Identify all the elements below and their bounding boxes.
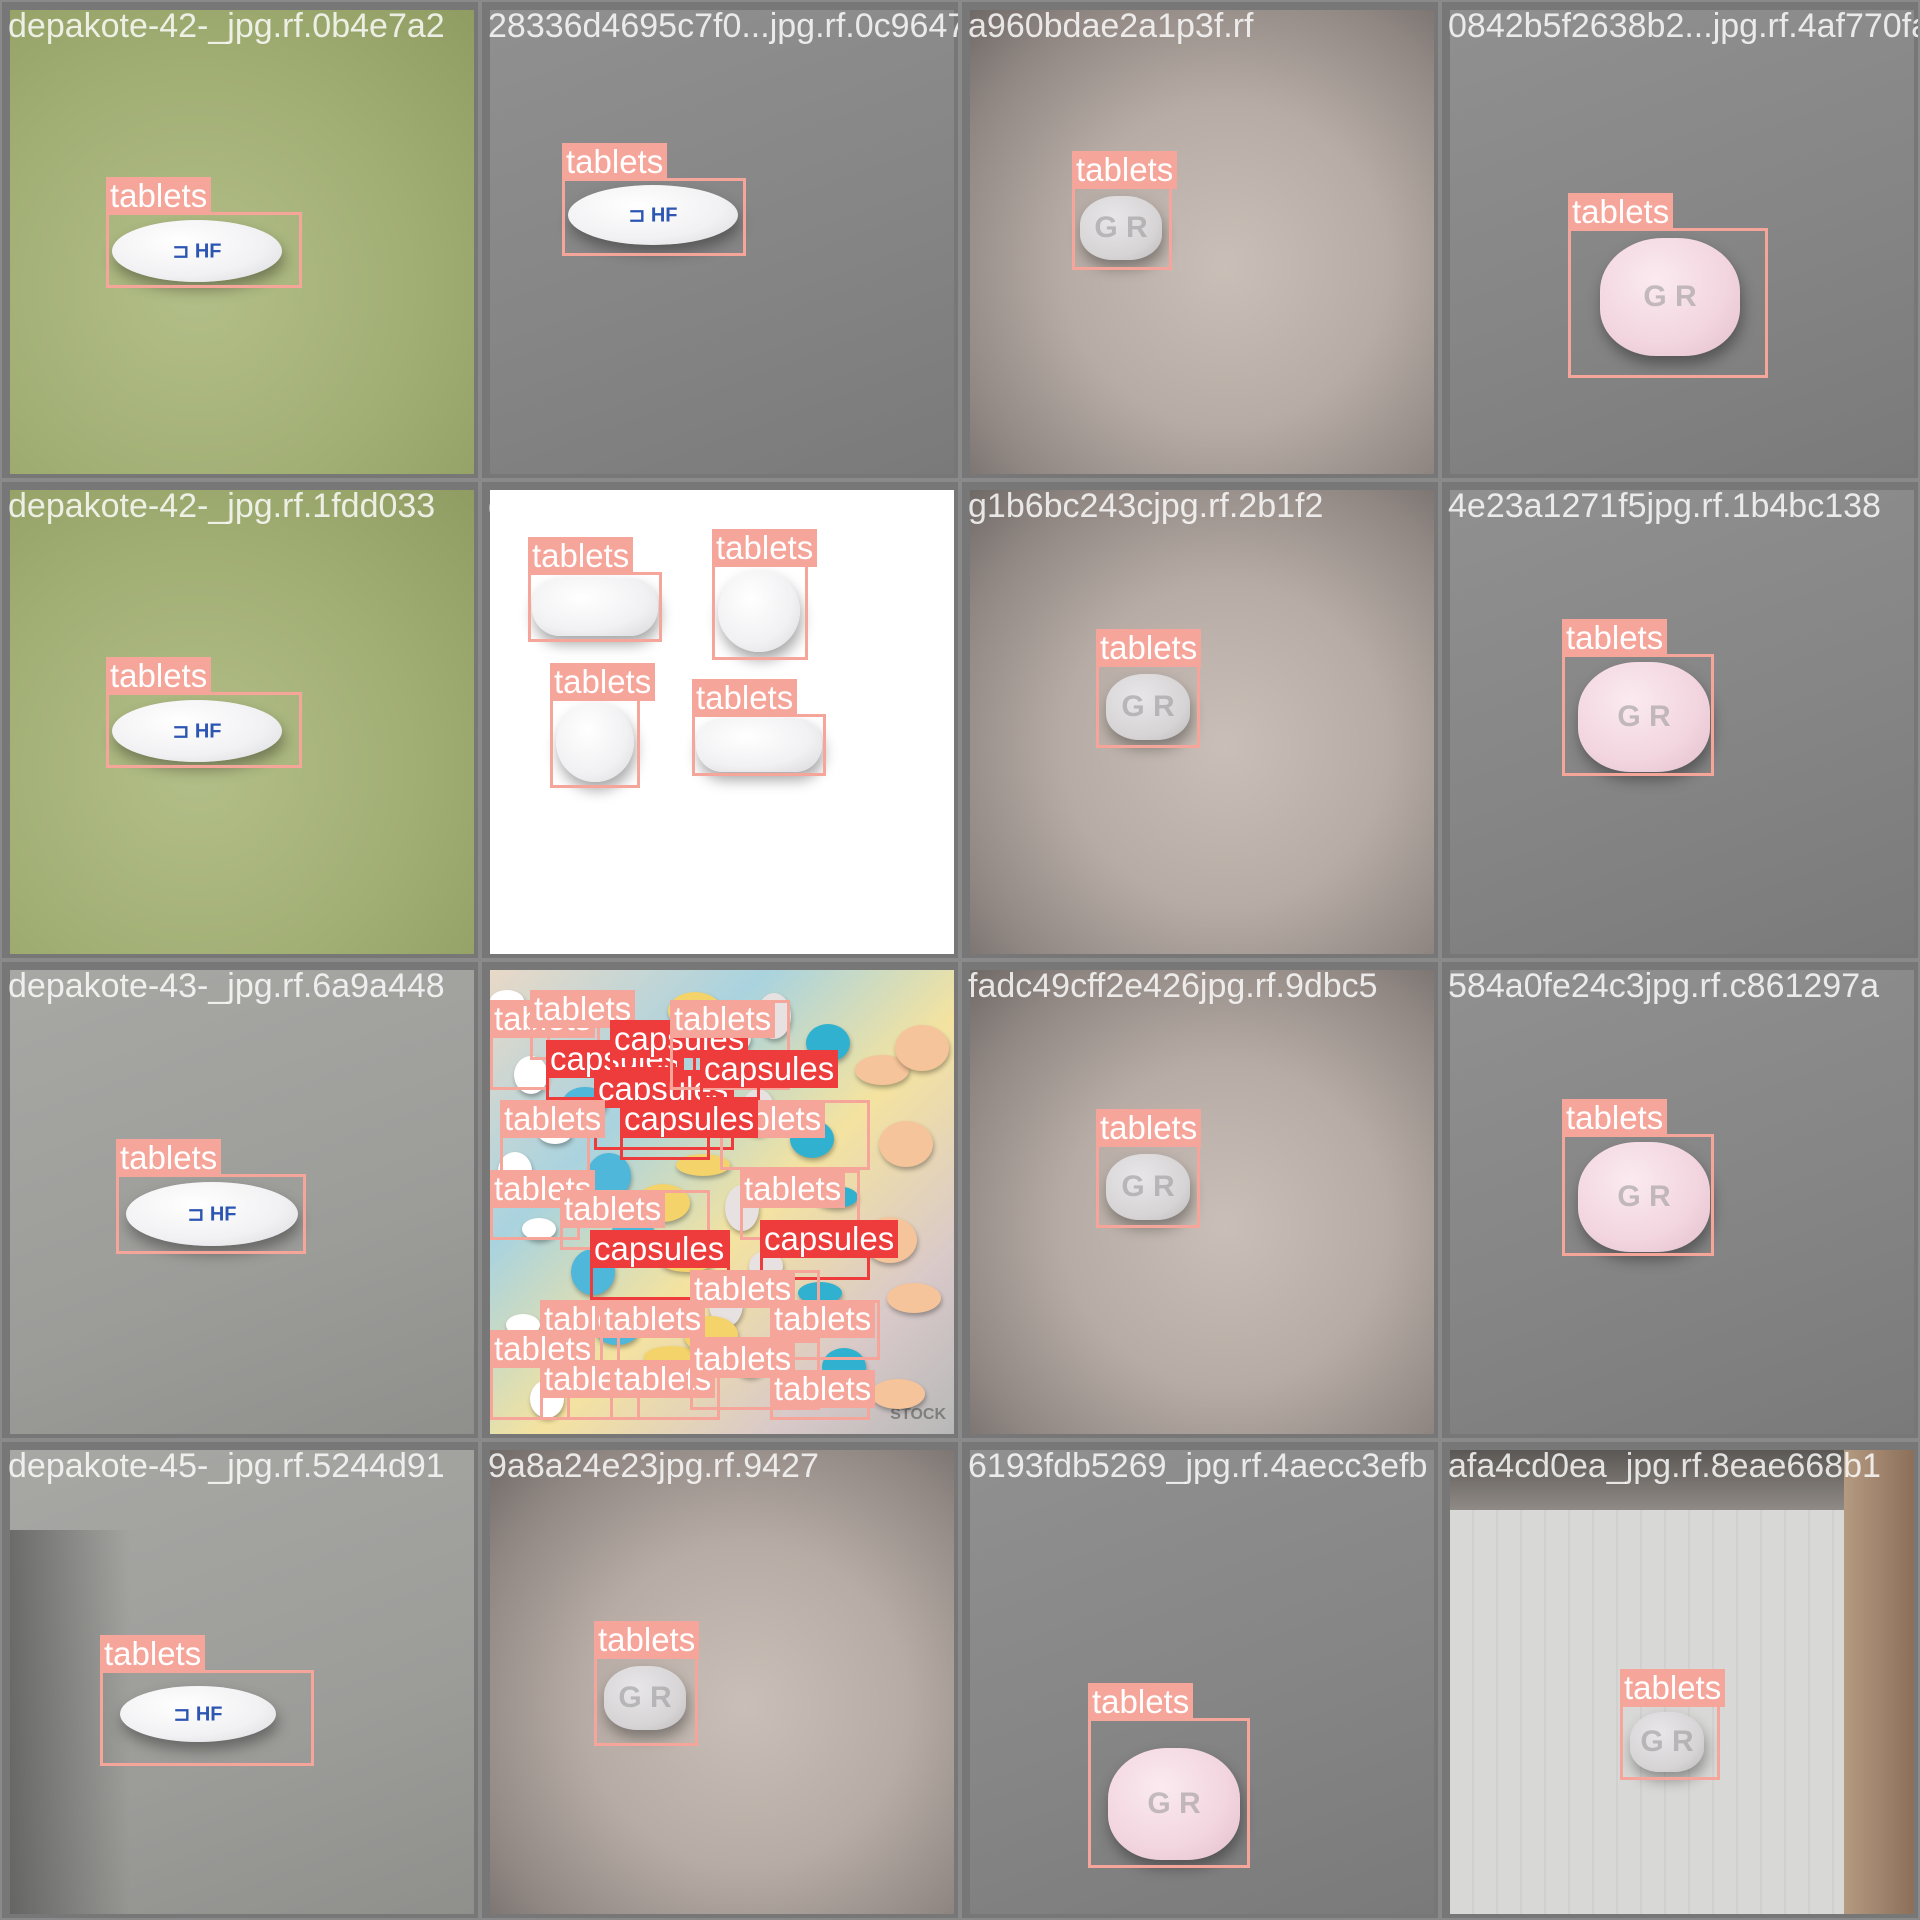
tablets-bbox: tablets [550,663,656,788]
collage-pill [895,1025,949,1071]
bbox-label: tablets [106,177,212,215]
photo-lightgray: ⊐ HF tablets [10,970,474,1434]
bbox-label: tablets [106,657,212,695]
mosaic-grid: ⊐ HF tablets depakote-42-_jpg.rf.0b4e7a2… [0,0,1920,1920]
tablets-bbox: tablets [100,1635,314,1766]
bbox-label: tablets [100,1635,206,1673]
tablets-bbox: tablets [1096,629,1202,748]
photo-paper: G R tablets [1450,1450,1914,1914]
photo-darkgray: G R tablets [970,1450,1434,1914]
photo-lightgray: ⊐ HF tablets [10,1450,474,1914]
tablets-bbox: tablets [528,537,662,642]
bbox-label: tablets [1562,619,1668,657]
tile-8: G R tablets 4e23a1271f5jpg.rf.1b4bc138 [1440,480,1920,960]
photo-white: tablets tablets tablets tablets [490,490,954,954]
tile-14: G R tablets 9a8a24e23jpg.rf.9427 [480,1440,960,1920]
tile-10: STOCK tabletstabletscapsulescapsulescaps… [480,960,960,1440]
bbox-label: capsules [590,1230,729,1268]
collage-pill [871,1379,925,1409]
photo-darkgray: ⊐ HF tablets [490,10,954,474]
bbox-label: tablets [1072,151,1178,189]
bbox-label: tablets [770,1370,876,1408]
tablets-bbox: tablets [1562,619,1714,776]
tablets-bbox: tablets [1568,193,1768,378]
tile-1: ⊐ HF tablets depakote-42-_jpg.rf.0b4e7a2 [0,0,480,480]
bbox-label: tablets [500,1100,606,1138]
photo-hand: G R tablets [970,10,1434,474]
bbox-label: tablets [594,1621,700,1659]
bbox-label: tablets [1562,1099,1668,1137]
bbox-label: tablets [562,143,668,181]
photo-collage: STOCK tabletstabletscapsulescapsulescaps… [490,970,954,1434]
collage-pill [879,1121,933,1167]
tile-4: G R tablets 0842b5f2638b2...jpg.rf.4af77… [1440,0,1920,480]
tablets-bbox: tablets [1072,151,1178,270]
photo-hand: G R tablets [490,1450,954,1914]
tablets-bbox: tablets [1088,1683,1250,1868]
bbox-label: tablets [740,1170,846,1208]
tablets-bbox: tablets [562,143,746,256]
tablets-bbox: tablets [106,177,302,288]
bbox-label: tablets [712,529,818,567]
tablets-bbox: tablets [594,1621,700,1746]
photo-darkgray: G R tablets [1450,970,1914,1434]
tablets-bbox: tablets [1562,1099,1714,1256]
collage-pill [887,1283,941,1313]
photo-hand: G R tablets [970,490,1434,954]
tablets-bbox: tablets [500,1100,606,1180]
photo-darkgray: G R tablets [1450,10,1914,474]
bbox-label: capsules [700,1050,839,1088]
photo-green: ⊐ HF tablets [10,10,474,474]
bbox-label: tablets [1088,1683,1194,1721]
tablets-bbox: tablets [692,679,826,776]
photo-green: ⊐ HF tablets [10,490,474,954]
tile-13: ⊐ HF tablets depakote-45-_jpg.rf.5244d91 [0,1440,480,1920]
tablets-bbox: tablets [1096,1109,1202,1228]
tile-12: G R tablets 584a0fe24c3jpg.rf.c861297a [1440,960,1920,1440]
bbox-label: capsules [620,1100,759,1138]
capsules-bbox: capsules [620,1100,759,1160]
bbox-label: tablets [1568,193,1674,231]
bbox-label: tablets [560,1190,666,1228]
bbox-label: tablets [528,537,634,575]
capsules-bbox: capsules [700,1050,839,1100]
tile-3: G R tablets a960bdae2a1p3f.rf [960,0,1440,480]
tablets-bbox: tablets [1620,1669,1726,1780]
bbox-label: tablets [1096,629,1202,667]
tile-9: ⊐ HF tablets depakote-43-_jpg.rf.6a9a448 [0,960,480,1440]
bbox-label: tablets [1096,1109,1202,1147]
tile-7: G R tablets g1b6bc243cjpg.rf.2b1f2 [960,480,1440,960]
tile-11: G R tablets fadc49cff2e426jpg.rf.9dbc5 [960,960,1440,1440]
tablets-bbox: tablets [770,1370,876,1420]
bbox-label: tablets [692,679,798,717]
bbox-label: tablets [600,1300,706,1338]
tile-15: G R tablets 6193fdb5269_jpg.rf.4aecc3efb [960,1440,1440,1920]
tile-16: G R tablets afa4cd0ea_jpg.rf.8eae668b1 [1440,1440,1920,1920]
wood-edge [1844,1450,1914,1914]
tile-5: ⊐ HF tablets depakote-42-_jpg.rf.1fdd033 [0,480,480,960]
tablets-bbox: tablets [106,657,302,768]
bbox-label: tablets [1620,1669,1726,1707]
tablets-bbox: tablets [116,1139,306,1254]
bbox-label: capsules [760,1220,899,1258]
tile-6: tablets tablets tablets tablets d5b8463d… [480,480,960,960]
tile-2: ⊐ HF tablets 28336d4695c7f0...jpg.rf.0c9… [480,0,960,480]
tablets-bbox: tablets [712,529,818,660]
bbox-label: tablets [550,663,656,701]
photo-darkgray: G R tablets [1450,490,1914,954]
bbox-label: tablets [670,1000,776,1038]
bbox-label: tablets [770,1300,876,1338]
bbox-label: tablets [116,1139,222,1177]
photo-hand: G R tablets [970,970,1434,1434]
